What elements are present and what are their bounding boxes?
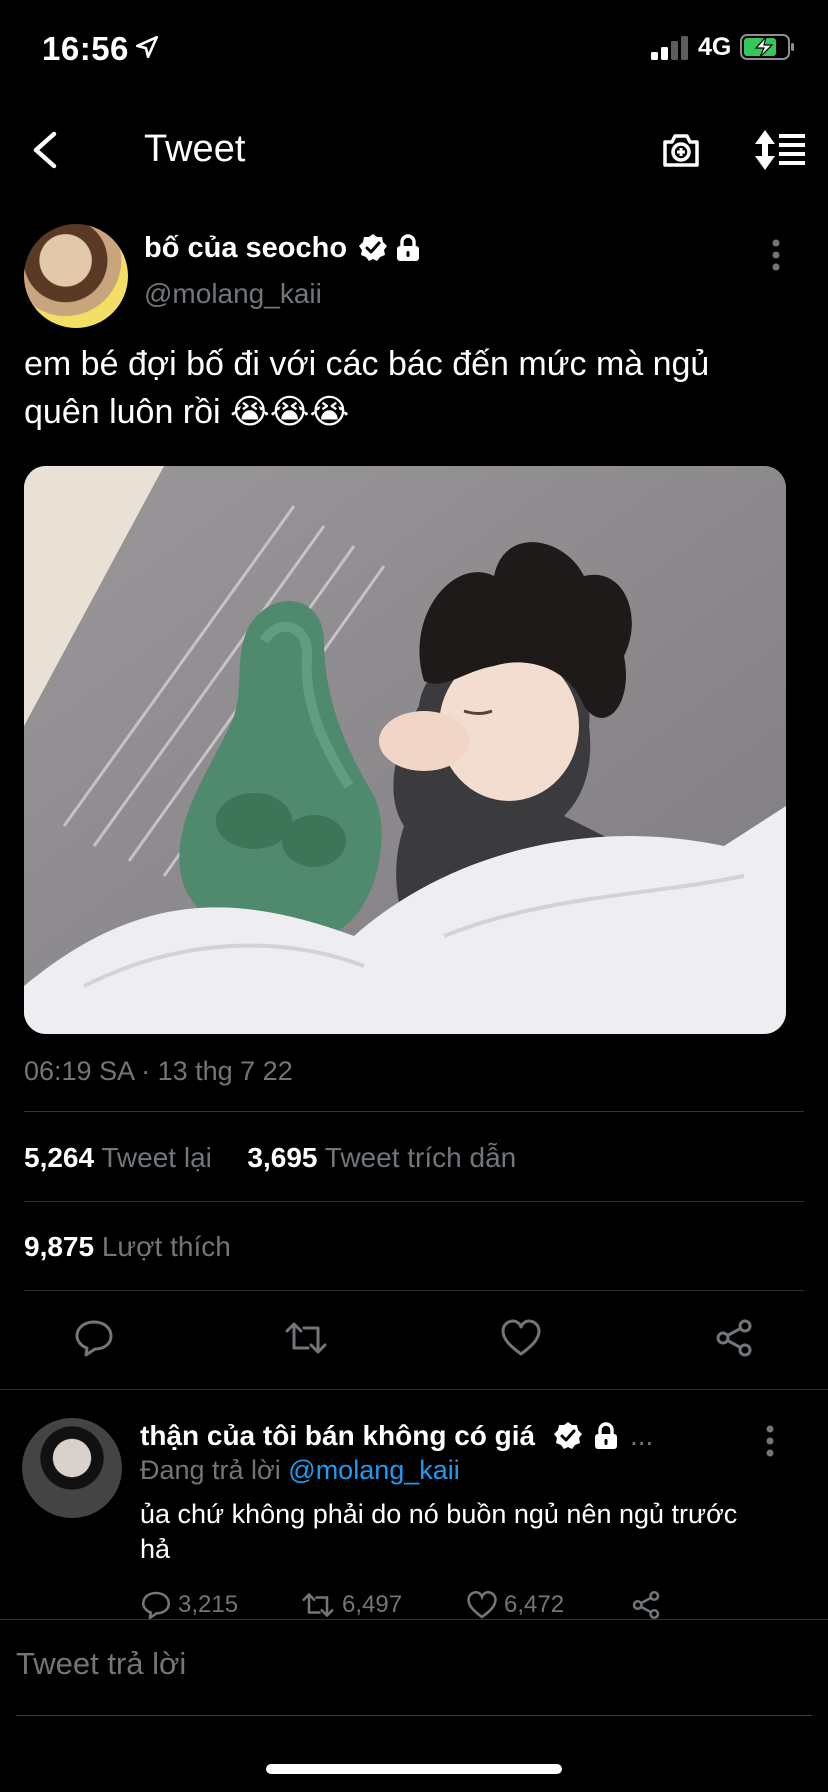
- retweet-icon[interactable]: [284, 1318, 328, 1358]
- divider: [24, 1201, 804, 1202]
- verified-badge-icon: [359, 234, 387, 261]
- divider: [0, 1389, 828, 1390]
- replying-to: Đang trả lời @molang_kaii: [140, 1455, 460, 1486]
- replying-prefix: Đang trả lời: [140, 1455, 281, 1485]
- share-icon: [632, 1590, 660, 1620]
- stats-row-likes: 9,875 Lượt thích: [24, 1231, 231, 1263]
- reply-reply-count: 3,215: [178, 1591, 239, 1618]
- reply-icon: [141, 1591, 171, 1620]
- tweet-timestamp: 06:19 SA · 13 thg 7 22: [24, 1056, 293, 1086]
- quote-label[interactable]: Tweet trích dẫn: [325, 1142, 516, 1173]
- like-label[interactable]: Lượt thích: [102, 1231, 231, 1262]
- like-count[interactable]: 9,875: [24, 1231, 94, 1262]
- reply-reply-action[interactable]: 3,215: [140, 1590, 238, 1620]
- reply-icon[interactable]: [74, 1318, 114, 1358]
- reply-share-action[interactable]: [630, 1590, 662, 1620]
- lock-icon: [397, 234, 419, 261]
- share-icon[interactable]: [714, 1318, 754, 1358]
- tweet-text: em bé đợi bố đi với các bác đến mức mà n…: [24, 345, 710, 431]
- status-time: 16:56: [42, 30, 129, 67]
- retweet-label[interactable]: Tweet lại: [101, 1142, 212, 1173]
- reply-retweet-action[interactable]: 6,497: [300, 1590, 402, 1620]
- like-icon[interactable]: [500, 1318, 542, 1358]
- sort-replies-icon[interactable]: [753, 128, 807, 172]
- composer-top-border: [0, 1619, 828, 1620]
- camera-add-icon[interactable]: [659, 128, 703, 172]
- composer-bottom-border: [16, 1715, 812, 1716]
- network-type: 4G: [698, 33, 732, 61]
- reply-like-count: 6,472: [504, 1591, 565, 1618]
- stats-row-retweets: 5,264 Tweet lại 3,695 Tweet trích dẫn: [24, 1142, 516, 1174]
- location-arrow-icon: [135, 35, 159, 59]
- quote-count[interactable]: 3,695: [247, 1142, 317, 1173]
- tweet-photo[interactable]: [24, 466, 786, 1034]
- like-icon: [467, 1590, 497, 1619]
- more-options-icon[interactable]: [770, 238, 782, 272]
- retweet-count[interactable]: 5,264: [24, 1142, 94, 1173]
- author-name[interactable]: bố của seocho: [144, 232, 347, 265]
- battery-charging-icon: [740, 34, 794, 60]
- reply-retweet-count: 6,497: [342, 1591, 403, 1618]
- verified-badge-icon: [554, 1422, 582, 1449]
- more-options-icon[interactable]: [764, 1424, 776, 1458]
- home-indicator[interactable]: [266, 1764, 562, 1774]
- retweet-icon: [302, 1593, 334, 1617]
- reply-text: ủa chứ không phải do nó buồn ngủ nên ngủ…: [140, 1499, 738, 1564]
- author-avatar[interactable]: [24, 224, 128, 328]
- name-truncation: ...: [630, 1420, 654, 1451]
- lock-icon: [595, 1422, 617, 1449]
- reply-input[interactable]: [16, 1646, 796, 1682]
- author-handle[interactable]: @molang_kaii: [144, 278, 322, 310]
- cellular-signal-icon: [651, 36, 688, 60]
- page-title: Tweet: [144, 128, 246, 170]
- photo-illustration: [24, 466, 786, 1034]
- reply-author-name[interactable]: thận của tôi bán không có giá: [140, 1420, 535, 1452]
- replying-handle-link[interactable]: @molang_kaii: [288, 1455, 460, 1485]
- divider: [24, 1111, 804, 1112]
- divider: [24, 1290, 804, 1291]
- reply-author-avatar[interactable]: [22, 1418, 122, 1518]
- back-arrow-icon[interactable]: [24, 128, 68, 172]
- reply-like-action[interactable]: 6,472: [466, 1590, 564, 1620]
